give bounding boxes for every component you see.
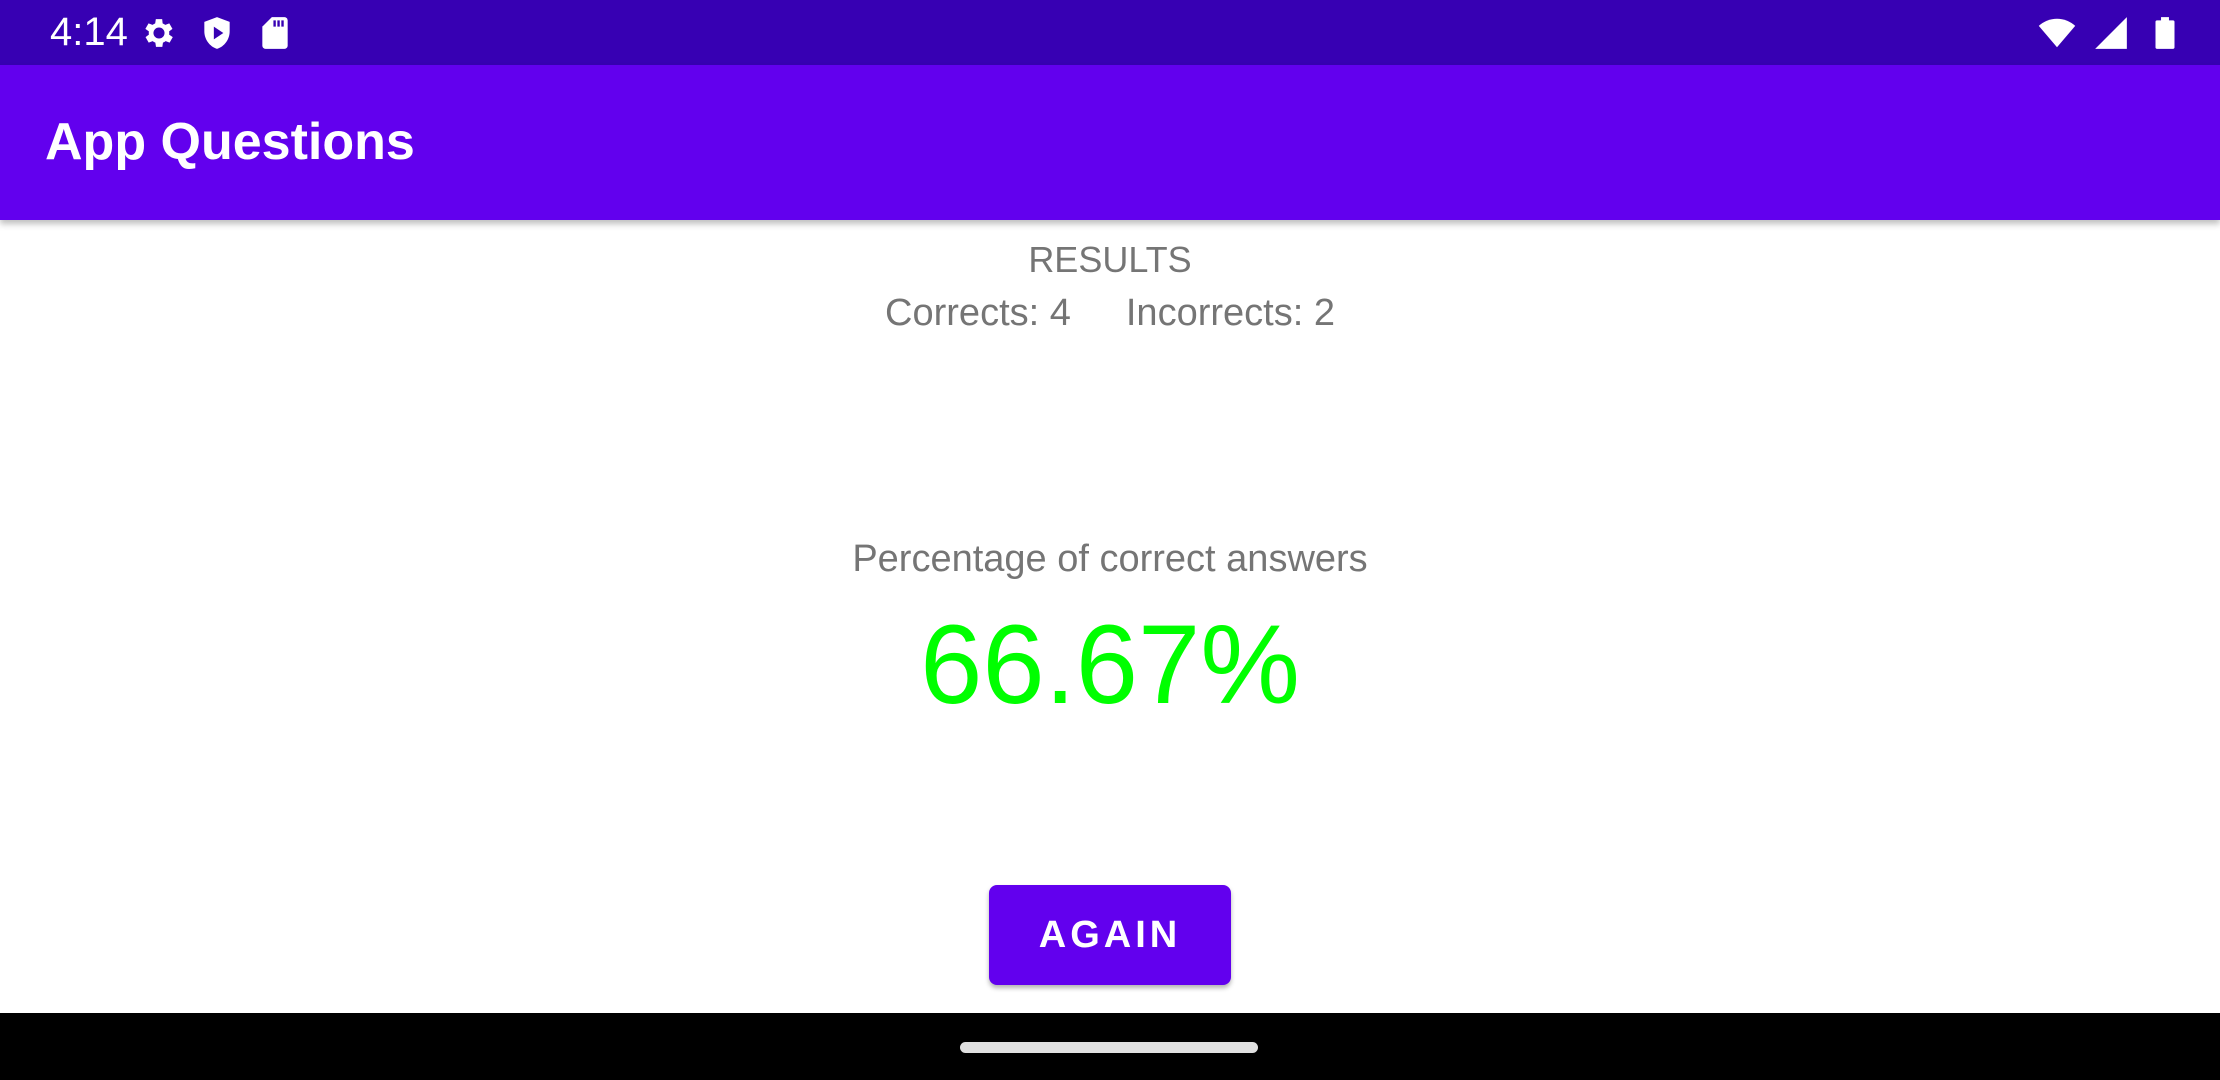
navigation-bar [0,1013,2220,1080]
status-icons-left [140,14,294,52]
battery-icon [2146,14,2184,52]
counts-row: Corrects: 4 Incorrects: 2 [0,290,2220,336]
wifi-icon [2038,14,2076,52]
screen: 4:14 App Questions RESULTS Corrects: 4 I… [0,0,2220,1080]
app-title: App Questions [45,113,415,171]
home-gesture-handle[interactable] [960,1042,1258,1053]
results-content: RESULTS Corrects: 4 Incorrects: 2 Percen… [0,220,2220,1013]
app-bar: App Questions [0,65,2220,220]
results-title: RESULTS [1028,239,1192,280]
gear-icon [140,14,178,52]
status-bar: 4:14 [0,0,2220,65]
percentage-value: 66.67% [920,602,1300,727]
again-button[interactable]: AGAIN [989,885,1231,985]
cell-signal-icon [2092,14,2130,52]
status-time: 4:14 [50,10,128,54]
sd-card-icon [256,14,294,52]
percentage-label: Percentage of correct answers [852,538,1368,580]
corrects-count: Corrects: 4 [885,292,1071,334]
shield-play-icon [198,14,236,52]
incorrects-count: Incorrects: 2 [1125,292,1335,334]
status-icons-right [2038,14,2184,52]
